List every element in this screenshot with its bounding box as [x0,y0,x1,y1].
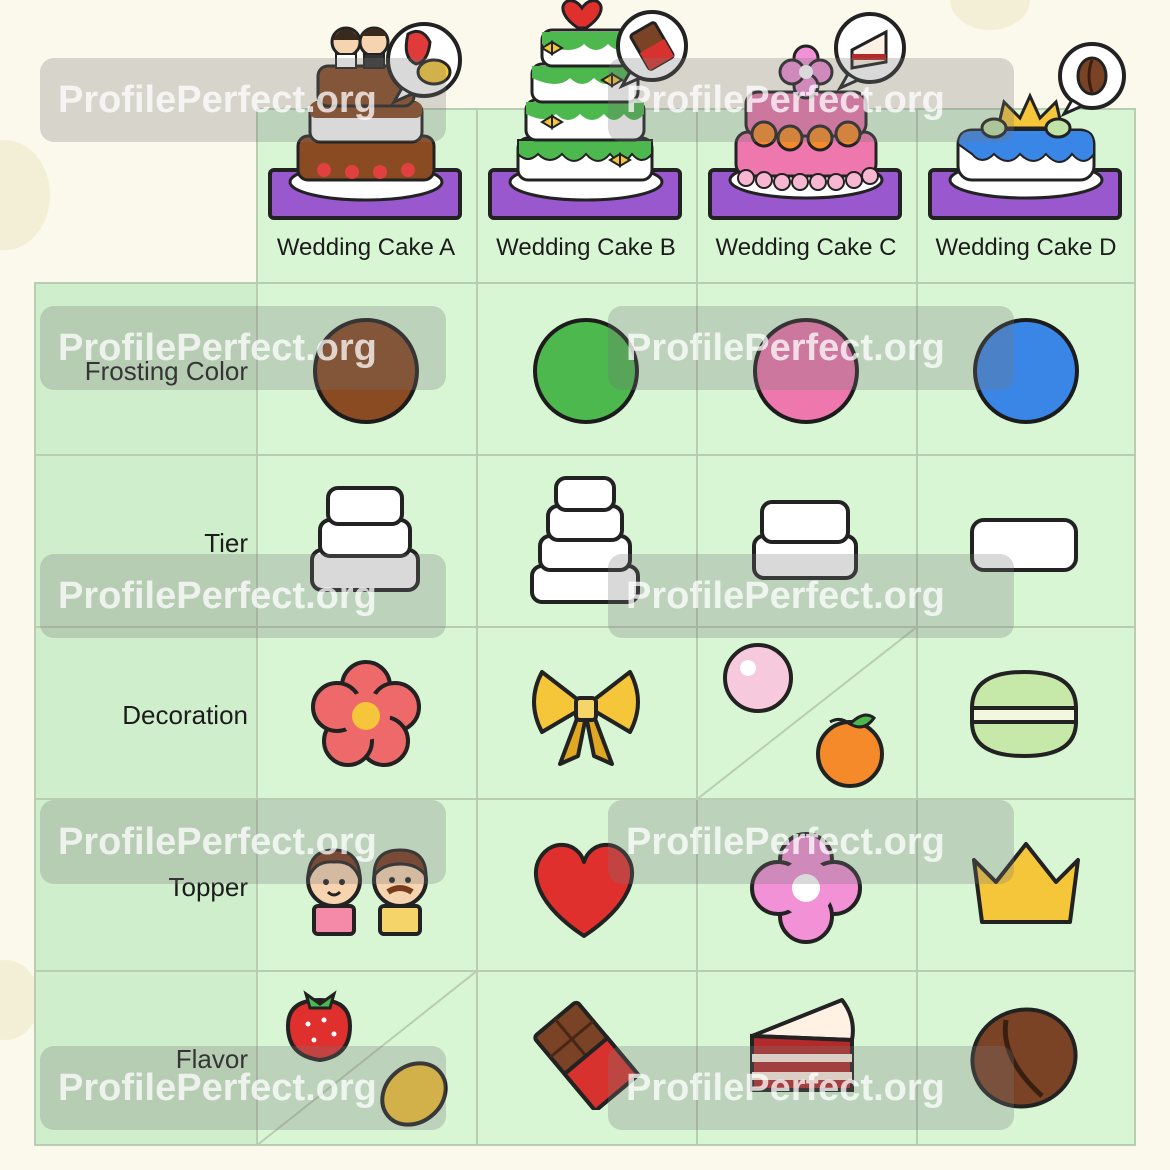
macaron-icon [969,669,1079,759]
watermark: ProfilePerfect.org [40,1046,446,1130]
watermark: ProfilePerfect.org [608,58,1014,142]
watermark: ProfilePerfect.org [608,1046,1014,1130]
column-label-d: Wedding Cake D [935,234,1117,261]
orange-icon [816,713,884,788]
watermark: ProfilePerfect.org [40,800,446,884]
watermark: ProfilePerfect.org [608,800,1014,884]
watermark: ProfilePerfect.org [40,554,446,638]
column-label-a: Wedding Cake A [276,234,456,261]
flower-icon [311,660,421,767]
watermark: ProfilePerfect.org [40,58,446,142]
column-label-c: Wedding Cake C [715,234,897,261]
watermark: ProfilePerfect.org [40,306,446,390]
pearl-icon [723,643,793,713]
watermark: ProfilePerfect.org [608,306,1014,390]
row-label-decoration: Decoration [122,700,248,730]
watermark: ProfilePerfect.org [608,554,1014,638]
row-label-cell: Decoration [34,626,258,800]
bow-icon [532,670,640,766]
column-label-b: Wedding Cake B [496,234,676,261]
